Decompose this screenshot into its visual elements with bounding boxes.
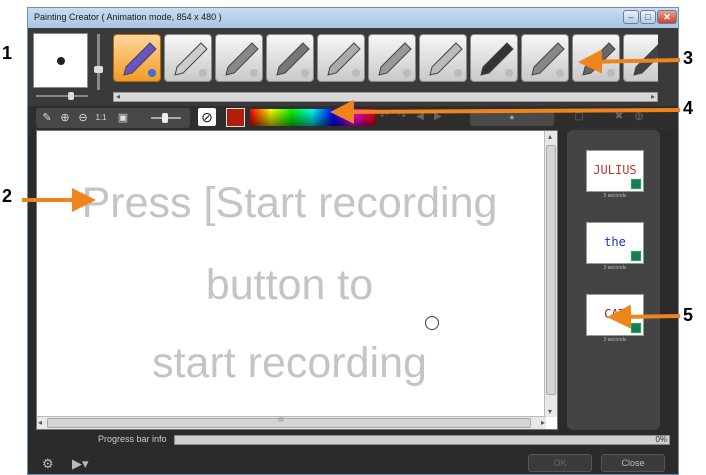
- callout-arrows: [22, 49, 681, 329]
- callout-arrow-5: [607, 304, 681, 329]
- callout-arrow-4: [330, 99, 681, 124]
- callout-arrow-3: [578, 49, 681, 74]
